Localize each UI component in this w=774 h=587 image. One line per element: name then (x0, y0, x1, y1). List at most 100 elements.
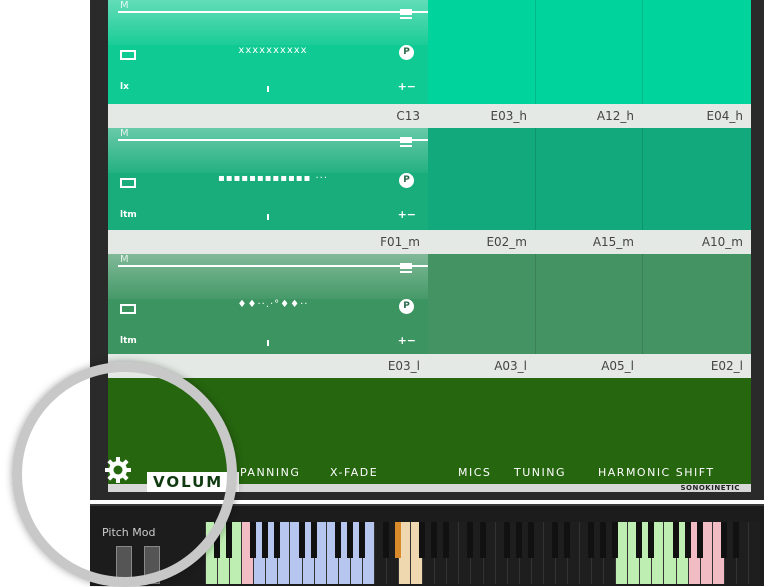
position-tick (267, 86, 269, 92)
piano-black-key[interactable] (298, 522, 305, 558)
menu-icon[interactable] (400, 9, 412, 20)
mute-label[interactable]: M (120, 128, 129, 139)
pitch-wheel[interactable] (116, 546, 132, 584)
piano-black-key[interactable] (684, 522, 691, 558)
cell-labels-h: C13 E03_h A12_h E04_h (108, 104, 751, 128)
cell-e04-h[interactable] (642, 0, 751, 104)
cell-label: A05_l (601, 359, 634, 373)
tab-volume[interactable]: VOLUM (147, 472, 239, 492)
separator (642, 0, 643, 104)
tab-panning[interactable]: PANNING (240, 466, 300, 479)
mode-label[interactable]: ltm (120, 336, 137, 346)
cell-label: F01_m (380, 235, 420, 249)
piano-black-key[interactable] (696, 522, 703, 558)
volume-line[interactable] (118, 139, 428, 141)
cell-a12-h[interactable] (535, 0, 642, 104)
piano-black-key[interactable] (467, 522, 474, 558)
piano-black-key[interactable] (395, 522, 402, 558)
cell-e03-h[interactable] (428, 0, 535, 104)
cell-label: E03_h (490, 109, 527, 123)
mode-label[interactable]: ltm (120, 210, 137, 220)
piano-black-key[interactable] (551, 522, 558, 558)
piano-black-key[interactable] (419, 522, 426, 558)
piano-black-key[interactable] (310, 522, 317, 558)
piano-black-key[interactable] (515, 522, 522, 558)
cell-label: C13 (396, 109, 420, 123)
piano-black-key[interactable] (612, 522, 619, 558)
piano-black-key[interactable] (334, 522, 341, 558)
tab-xfade[interactable]: X-FADE (330, 466, 378, 479)
volume-line[interactable] (118, 11, 428, 13)
tab-mics[interactable]: MICS (458, 466, 491, 479)
piano-black-key[interactable] (382, 522, 389, 558)
gloss (108, 0, 428, 45)
plus-minus-button[interactable]: +− (398, 80, 416, 93)
mod-wheel[interactable] (144, 546, 160, 584)
row-controls-m: M ▪▪▪▪▪▪▪▪▪▪▪▪ ··· P ltm +− (108, 128, 428, 232)
gear-icon[interactable] (103, 455, 133, 485)
brand-logo: SONOKINETIC (680, 484, 740, 492)
cell-label: E02_l (710, 359, 743, 373)
cell-labels-m: F01_m E02_m A15_m A10_m (108, 230, 751, 254)
p-icon[interactable]: P (399, 299, 414, 314)
separator (642, 128, 643, 232)
piano-black-key[interactable] (431, 522, 438, 558)
cell-a10-m[interactable] (642, 128, 751, 232)
row-controls-l: M ♦♦··.·°♦♦·· P ltm +− (108, 254, 428, 358)
cell-a05-l[interactable] (535, 254, 642, 358)
p-icon[interactable]: P (399, 173, 414, 188)
cell-label: E03_l (387, 359, 420, 373)
cell-a15-m[interactable] (535, 128, 642, 232)
menu-icon[interactable] (400, 263, 412, 274)
p-icon[interactable]: P (399, 45, 414, 60)
piano-black-key[interactable] (443, 522, 450, 558)
piano-black-key[interactable] (226, 522, 233, 558)
piano-black-key[interactable] (732, 522, 739, 558)
piano-black-key[interactable] (720, 522, 727, 558)
mode-label[interactable]: lx (120, 82, 129, 92)
piano-black-key[interactable] (527, 522, 534, 558)
piano-black-key[interactable] (274, 522, 281, 558)
piano-black-key[interactable] (503, 522, 510, 558)
tab-harmonic-shift[interactable]: HARMONIC SHIFT (598, 466, 715, 479)
piano-black-key[interactable] (346, 522, 353, 558)
piano-black-key[interactable] (563, 522, 570, 558)
cell-e02-m[interactable] (428, 128, 535, 232)
position-tick (267, 214, 269, 220)
cell-labels-l: E03_l A03_l A05_l E02_l (108, 354, 751, 378)
piano-black-key[interactable] (250, 522, 257, 558)
piano-black-key[interactable] (672, 522, 679, 558)
piano-black-key[interactable] (358, 522, 365, 558)
piano-white-key[interactable] (747, 522, 760, 584)
cell-label: A15_m (592, 235, 634, 249)
gloss (108, 128, 428, 173)
envelope-icon-base (120, 312, 136, 314)
tab-tuning[interactable]: TUNING (514, 466, 566, 479)
piano-black-key[interactable] (479, 522, 486, 558)
menu-icon[interactable] (400, 137, 412, 148)
plus-minus-button[interactable]: +− (398, 334, 416, 347)
piano-black-key[interactable] (600, 522, 607, 558)
separator (535, 128, 536, 232)
piano-black-key[interactable] (588, 522, 595, 558)
volume-line[interactable] (118, 265, 428, 267)
pattern-display: ♦♦··.·°♦♦·· (237, 299, 309, 310)
envelope-icon-base (120, 58, 136, 60)
separator (535, 254, 536, 358)
piano-black-key[interactable] (262, 522, 269, 558)
cell-label: A12_h (596, 109, 634, 123)
mute-label[interactable]: M (120, 0, 129, 11)
cell-e02-l[interactable] (642, 254, 751, 358)
articulation-row-m: M ▪▪▪▪▪▪▪▪▪▪▪▪ ··· P ltm +− (108, 128, 751, 232)
piano-keyboard[interactable] (205, 522, 760, 584)
mute-label[interactable]: M (120, 254, 129, 265)
articulation-row-h: M xxxxxxxxxx P lx +− (108, 0, 751, 104)
articulation-row-l: M ♦♦··.·°♦♦·· P ltm +− (108, 254, 751, 358)
cell-a03-l[interactable] (428, 254, 535, 358)
piano-black-key[interactable] (636, 522, 643, 558)
plus-minus-button[interactable]: +− (398, 208, 416, 221)
pitch-mod-label: Pitch Mod (102, 526, 156, 539)
piano-black-key[interactable] (648, 522, 655, 558)
cell-label: A10_m (701, 235, 743, 249)
piano-black-key[interactable] (214, 522, 221, 558)
